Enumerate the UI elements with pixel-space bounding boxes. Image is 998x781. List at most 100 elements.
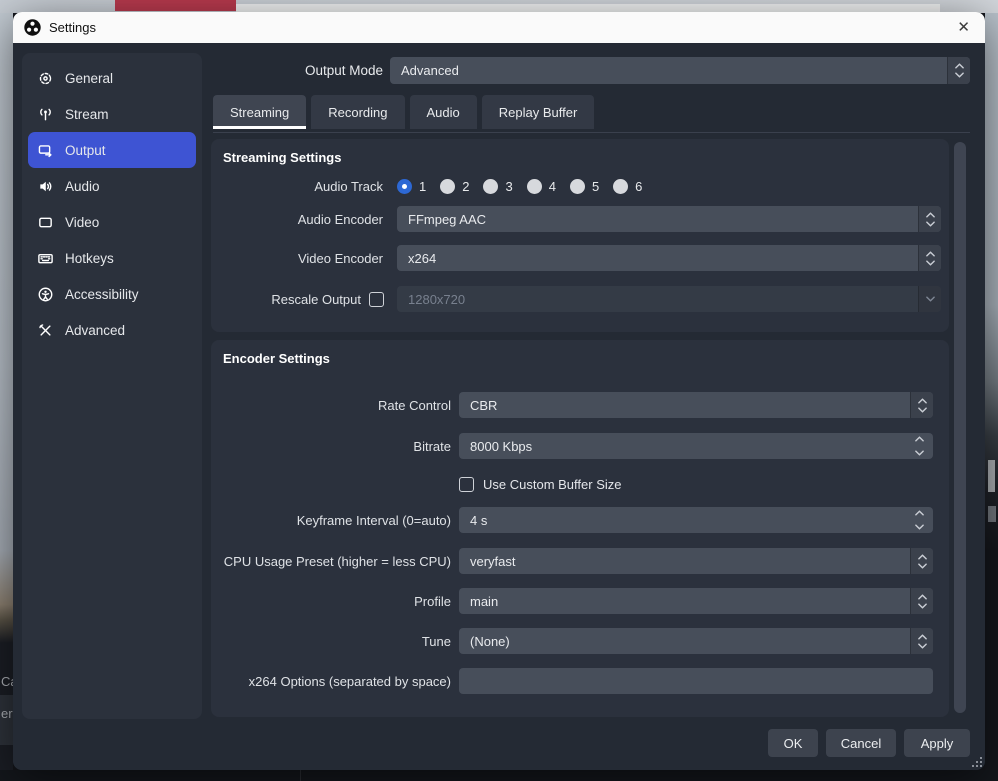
obs-logo-icon xyxy=(24,19,41,36)
monitor-icon xyxy=(37,214,54,231)
custom-buffer-row: Use Custom Buffer Size xyxy=(211,476,949,492)
profile-select[interactable]: main xyxy=(459,588,933,614)
background-text-fragment: er xyxy=(1,706,13,721)
rate-control-row: Rate Control CBR xyxy=(211,392,949,418)
combo-spinner[interactable] xyxy=(918,245,941,271)
tab-recording[interactable]: Recording xyxy=(311,95,404,129)
ok-button[interactable]: OK xyxy=(768,729,818,757)
accessibility-person-icon xyxy=(37,286,54,303)
rate-control-select[interactable]: CBR xyxy=(459,392,933,418)
tab-audio[interactable]: Audio xyxy=(410,95,477,129)
x264-options-row: x264 Options (separated by space) xyxy=(211,668,949,694)
tab-streaming[interactable]: Streaming xyxy=(213,95,306,129)
apply-button[interactable]: Apply xyxy=(904,729,970,757)
radio-button[interactable] xyxy=(397,179,412,194)
spin-down-icon[interactable] xyxy=(915,450,924,456)
sidebar-item-label: Accessibility xyxy=(65,287,139,302)
sidebar-item-label: General xyxy=(65,71,113,86)
radio-button[interactable] xyxy=(483,179,498,194)
combo-dropdown-arrow[interactable] xyxy=(918,286,941,312)
output-mode-row: Output Mode Advanced xyxy=(211,57,970,84)
tune-label: Tune xyxy=(211,634,451,649)
spin-up-icon[interactable] xyxy=(915,436,924,442)
window-title: Settings xyxy=(49,20,96,35)
settings-window: Settings ✕ General xyxy=(13,12,985,770)
combo-spinner[interactable] xyxy=(910,548,933,574)
radio-button[interactable] xyxy=(440,179,455,194)
rate-control-label: Rate Control xyxy=(211,398,451,413)
sidebar-item-label: Hotkeys xyxy=(65,251,114,266)
output-mode-select[interactable]: Advanced xyxy=(390,57,970,84)
spin-down-icon[interactable] xyxy=(915,524,924,530)
use-custom-buffer-checkbox[interactable] xyxy=(459,477,474,492)
bitrate-spinbox[interactable]: 8000 Kbps xyxy=(459,433,933,459)
x264-options-input[interactable] xyxy=(459,668,933,694)
audio-track-option[interactable]: 3 xyxy=(483,179,512,194)
profile-label: Profile xyxy=(211,594,451,609)
tab-replay-buffer[interactable]: Replay Buffer xyxy=(482,95,595,129)
combo-spinner[interactable] xyxy=(910,628,933,654)
radio-button[interactable] xyxy=(570,179,585,194)
desktop-left-strip xyxy=(0,13,13,781)
combo-spinner[interactable] xyxy=(910,392,933,418)
cancel-button[interactable]: Cancel xyxy=(826,729,896,757)
sidebar-item-label: Output xyxy=(65,143,106,158)
spin-up-icon[interactable] xyxy=(915,510,924,516)
audio-track-option[interactable]: 1 xyxy=(397,179,426,194)
antenna-icon xyxy=(37,106,54,123)
sidebar-item-advanced[interactable]: Advanced xyxy=(28,312,196,348)
desktop-red-bar xyxy=(115,0,236,11)
bitrate-row: Bitrate 8000 Kbps xyxy=(211,433,949,459)
audio-track-radio-group: 1 2 3 4 xyxy=(397,179,642,194)
rescale-output-checkbox[interactable] xyxy=(369,292,384,307)
radio-button[interactable] xyxy=(527,179,542,194)
streaming-settings-panel: Streaming Settings Audio Track 1 2 xyxy=(211,139,949,332)
sidebar-item-stream[interactable]: Stream xyxy=(28,96,196,132)
audio-track-option[interactable]: 2 xyxy=(440,179,469,194)
audio-track-option[interactable]: 5 xyxy=(570,179,599,194)
tune-row: Tune (None) xyxy=(211,628,949,654)
resize-grip[interactable] xyxy=(972,757,982,767)
audio-encoder-row: Audio Encoder FFmpeg AAC xyxy=(211,206,949,232)
sidebar-item-hotkeys[interactable]: Hotkeys xyxy=(28,240,196,276)
desktop: Ca er Settings ✕ xyxy=(0,0,998,781)
sidebar-item-output[interactable]: Output xyxy=(28,132,196,168)
combo-spinner[interactable] xyxy=(918,206,941,232)
keyframe-interval-row: Keyframe Interval (0=auto) 4 s xyxy=(211,507,949,533)
panel-title: Streaming Settings xyxy=(223,150,341,165)
desktop-right-strip xyxy=(985,13,998,781)
rescale-output-label: Rescale Output xyxy=(211,292,361,307)
output-tabs: Streaming Recording Audio Replay Buffer xyxy=(213,95,594,129)
radio-button[interactable] xyxy=(613,179,628,194)
combo-spinner[interactable] xyxy=(910,588,933,614)
audio-track-option[interactable]: 4 xyxy=(527,179,556,194)
keyframe-interval-spinbox[interactable]: 4 s xyxy=(459,507,933,533)
desktop-photo-streak xyxy=(988,460,995,492)
vertical-scrollbar[interactable] xyxy=(954,142,966,713)
titlebar[interactable]: Settings ✕ xyxy=(13,12,985,43)
rescale-resolution-select[interactable]: 1280x720 xyxy=(397,286,941,312)
close-icon[interactable]: ✕ xyxy=(953,18,974,37)
sidebar-item-video[interactable]: Video xyxy=(28,204,196,240)
rescale-output-row: Rescale Output 1280x720 xyxy=(211,286,949,312)
tune-select[interactable]: (None) xyxy=(459,628,933,654)
sidebar-item-accessibility[interactable]: Accessibility xyxy=(28,276,196,312)
keyboard-icon xyxy=(37,250,54,267)
sidebar-item-audio[interactable]: Audio xyxy=(28,168,196,204)
sidebar-item-label: Stream xyxy=(65,107,109,122)
audio-track-option[interactable]: 6 xyxy=(613,179,642,194)
bitrate-label: Bitrate xyxy=(211,439,451,454)
output-mode-value: Advanced xyxy=(390,63,459,78)
audio-encoder-label: Audio Encoder xyxy=(211,212,383,227)
audio-encoder-select[interactable]: FFmpeg AAC xyxy=(397,206,941,232)
keyframe-interval-label: Keyframe Interval (0=auto) xyxy=(211,513,451,528)
cpu-preset-select[interactable]: veryfast xyxy=(459,548,933,574)
background-text-fragment: Ca xyxy=(1,674,13,689)
video-encoder-select[interactable]: x264 xyxy=(397,245,941,271)
sidebar-item-label: Video xyxy=(65,215,99,230)
panel-title: Encoder Settings xyxy=(223,351,330,366)
cpu-preset-label: CPU Usage Preset (higher = less CPU) xyxy=(211,554,451,569)
combo-spinner[interactable] xyxy=(947,57,970,84)
sidebar-item-label: Advanced xyxy=(65,323,125,338)
sidebar-item-general[interactable]: General xyxy=(28,60,196,96)
